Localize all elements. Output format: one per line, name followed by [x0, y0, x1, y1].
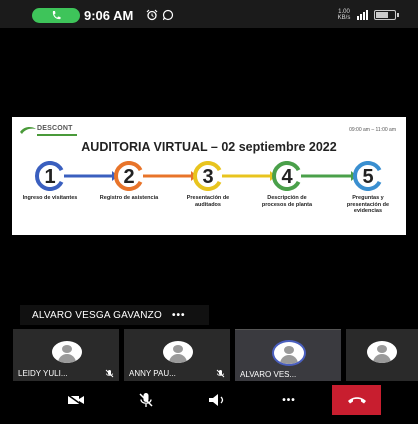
signal-icon	[357, 10, 368, 20]
end-call-icon	[347, 397, 366, 404]
speaker-icon	[209, 394, 224, 406]
step-number: 5	[362, 166, 373, 188]
avatar	[163, 341, 193, 363]
mic-off-icon	[139, 393, 153, 407]
battery-icon	[374, 10, 399, 20]
step-number: 2	[123, 166, 134, 188]
slide-time-range: 09:00 am – 11:00 am	[349, 127, 396, 133]
phone-icon	[52, 11, 61, 20]
process-step-labels: Ingreso de visitantes Registro de asiste…	[12, 195, 406, 231]
mic-toggle-button[interactable]	[106, 385, 186, 415]
speaker-name-label: ALVARO VESGA GAVANZO	[32, 309, 162, 321]
network-speed: 1.00 KB/s	[337, 9, 351, 21]
participant-tile[interactable]	[346, 329, 418, 381]
step-number: 4	[281, 166, 293, 188]
step-label: Ingreso de visitantes	[22, 195, 78, 201]
end-call-button[interactable]	[332, 385, 381, 415]
slide-title: AUDITORIA VIRTUAL – 02 septiembre 2022	[81, 140, 337, 154]
avatar	[52, 341, 82, 363]
participant-tile[interactable]: ANNY PAU...	[124, 329, 230, 381]
step-label: Presentación de auditados	[186, 195, 230, 208]
status-bar: 9:06 AM 1.00 KB/s	[0, 0, 418, 28]
speaker-button[interactable]	[178, 385, 258, 415]
camera-toggle-button[interactable]	[36, 385, 116, 415]
ongoing-call-indicator[interactable]	[32, 8, 80, 23]
logo-mark-icon	[20, 127, 36, 134]
camera-off-icon	[67, 394, 84, 406]
avatar	[274, 342, 304, 364]
step-label: Preguntas y presentación de evidencias	[346, 195, 390, 214]
participant-tile[interactable]: LEIDY YULI...	[13, 329, 119, 381]
alarm-icon	[146, 9, 158, 21]
step-label: Descripción de procesos de planta	[261, 195, 313, 208]
step-label: Registro de asistencia	[99, 195, 159, 201]
mic-muted-icon	[216, 369, 225, 378]
shared-screen[interactable]: DESCONT 09:00 am – 11:00 am AUDITORIA VI…	[12, 117, 406, 235]
participant-name: ANNY PAU...	[129, 369, 176, 378]
more-button[interactable]: •••	[249, 385, 329, 415]
process-steps: 1 2 3 4 5	[35, 161, 382, 191]
clock: 9:06 AM	[84, 8, 134, 23]
logo-name: DESCONT	[37, 125, 73, 132]
participant-name: ALVARO VES...	[240, 370, 297, 379]
more-options-icon[interactable]: •••	[172, 310, 186, 321]
mic-muted-icon	[105, 369, 114, 378]
whatsapp-icon	[162, 9, 174, 21]
step-number: 3	[202, 166, 213, 188]
step-number: 1	[44, 166, 55, 188]
participant-name: LEIDY YULI...	[18, 369, 68, 378]
participant-tile-active[interactable]: ALVARO VES...	[235, 329, 341, 381]
avatar	[367, 341, 397, 363]
active-speaker-name[interactable]: ALVARO VESGA GAVANZO •••	[20, 305, 210, 325]
more-options-icon: •••	[282, 394, 296, 406]
